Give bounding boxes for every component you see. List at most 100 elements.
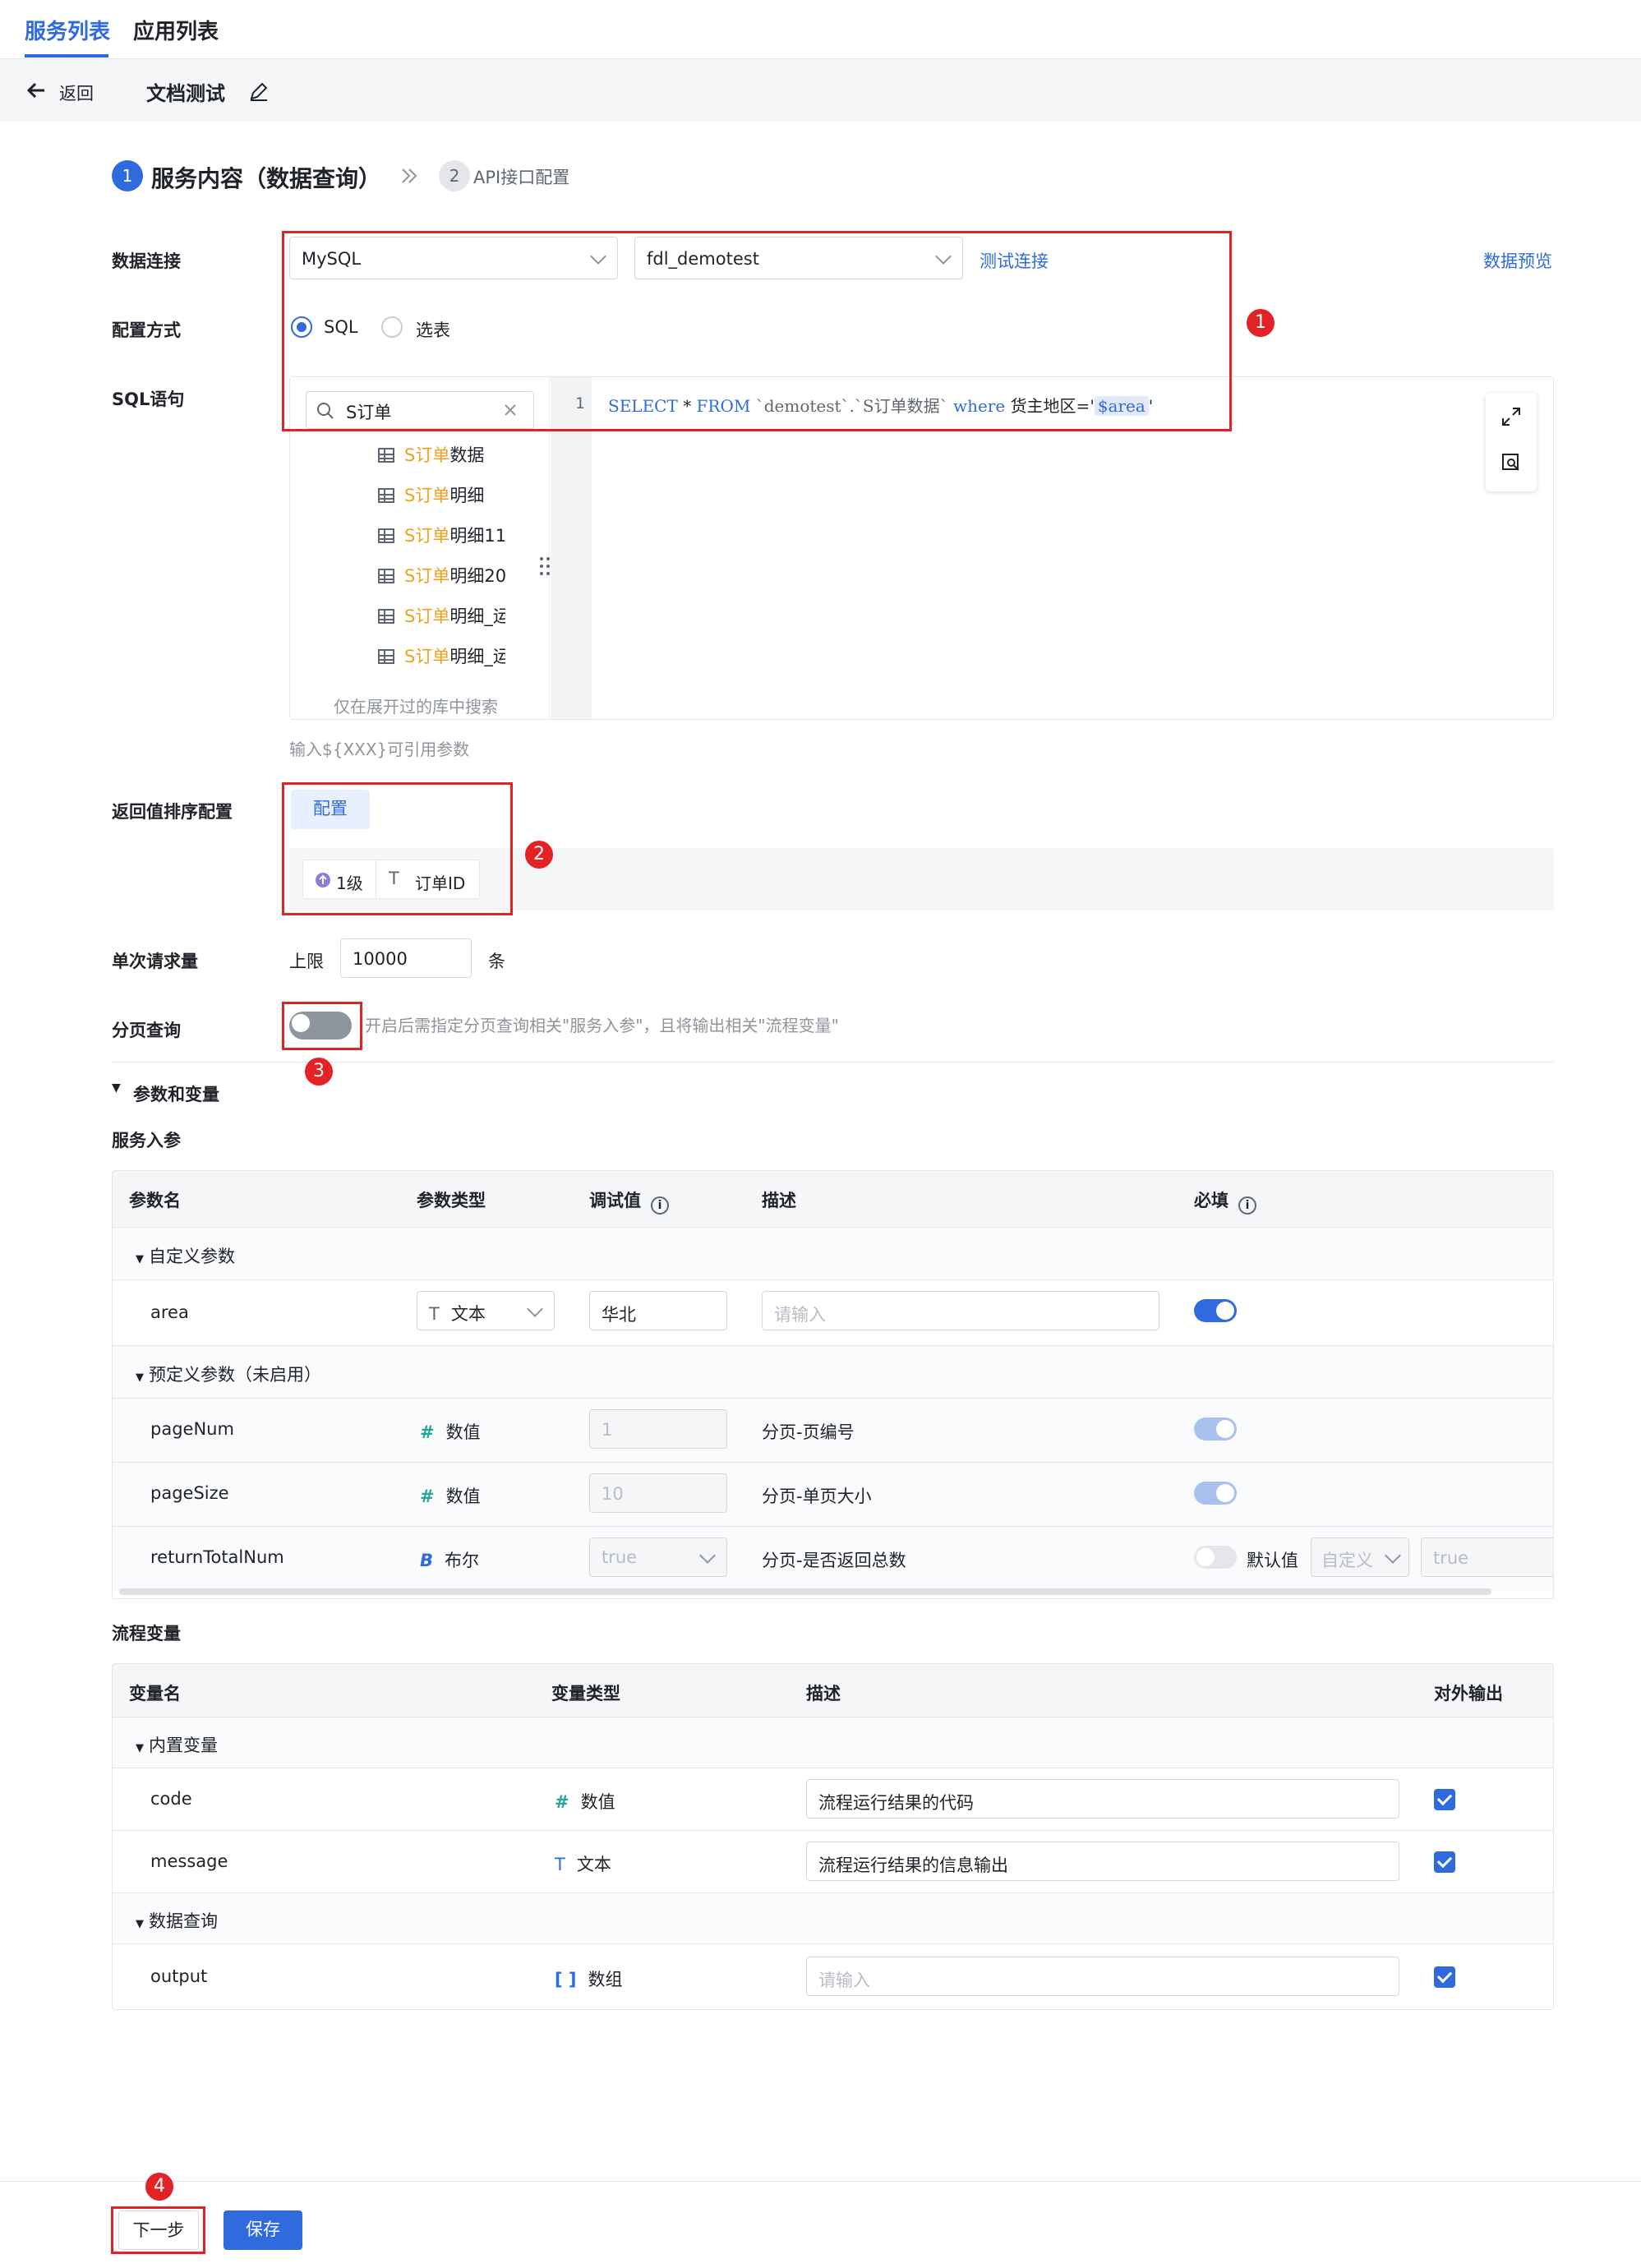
chevron-down-icon bbox=[1385, 1547, 1401, 1564]
table-item[interactable]: S订单数据 bbox=[378, 442, 484, 467]
col-param-name: 参数名 bbox=[129, 1191, 181, 1210]
param-name: returnTotalNum bbox=[150, 1547, 284, 1567]
save-button[interactable]: 保存 bbox=[224, 2210, 302, 2250]
active-tab-indicator bbox=[25, 54, 108, 58]
required-toggle bbox=[1194, 1546, 1237, 1569]
step1-number: 1 bbox=[112, 160, 143, 191]
group-row[interactable] bbox=[113, 1227, 1553, 1279]
default-mode-select: 自定义 bbox=[1311, 1537, 1409, 1577]
param-type: B 布尔 bbox=[420, 1551, 480, 1570]
debug-value-select: true bbox=[589, 1537, 727, 1577]
param-description: 分页-单页大小 bbox=[762, 1487, 872, 1506]
service-params-label: 服务入参 bbox=[112, 1131, 181, 1150]
expand-icon[interactable] bbox=[1500, 406, 1522, 427]
config-mode-label: 配置方式 bbox=[112, 320, 181, 340]
description-input[interactable]: 请输入 bbox=[762, 1291, 1159, 1330]
number-icon: # bbox=[555, 1792, 569, 1812]
output-checkbox[interactable] bbox=[1434, 1789, 1455, 1810]
info-icon[interactable]: i bbox=[651, 1196, 669, 1215]
var-name: output bbox=[150, 1966, 208, 1986]
footer-divider bbox=[0, 2181, 1641, 2182]
back-button[interactable]: 返回 bbox=[26, 77, 100, 104]
output-checkbox[interactable] bbox=[1434, 1851, 1455, 1873]
output-checkbox[interactable] bbox=[1434, 1966, 1455, 1988]
group-row[interactable] bbox=[113, 1717, 1553, 1768]
paging-description: 开启后需指定分页查询相关"服务入参"，且将输出相关"流程变量" bbox=[365, 1016, 839, 1035]
drag-handle-icon[interactable] bbox=[539, 555, 551, 577]
default-value-label: 默认值 bbox=[1247, 1551, 1298, 1570]
horizontal-scrollbar[interactable] bbox=[119, 1588, 1491, 1595]
array-icon: [ ] bbox=[555, 1970, 577, 1989]
annotation-box-3 bbox=[282, 1002, 362, 1050]
back-label: 返回 bbox=[59, 84, 94, 104]
table-icon bbox=[378, 448, 394, 463]
tab-app-list[interactable]: 应用列表 bbox=[133, 15, 219, 45]
data-preview-link[interactable]: 数据预览 bbox=[1483, 248, 1552, 273]
required-toggle bbox=[1194, 1482, 1237, 1505]
boolean-icon: B bbox=[420, 1551, 434, 1570]
debug-value-input[interactable]: 华北 bbox=[589, 1291, 727, 1330]
col-output: 对外输出 bbox=[1434, 1684, 1503, 1703]
param-description: 分页-页编号 bbox=[762, 1422, 855, 1442]
required-toggle[interactable] bbox=[1194, 1299, 1237, 1322]
param-type: # 数值 bbox=[420, 1422, 481, 1442]
table-icon bbox=[378, 528, 394, 543]
text-type-icon: T bbox=[555, 1855, 565, 1874]
paging-label: 分页查询 bbox=[112, 1021, 181, 1040]
annotation-box-4 bbox=[111, 2206, 205, 2254]
table-item[interactable]: S订单明细 bbox=[378, 482, 484, 507]
group-data-query[interactable]: ▼ 数据查询 bbox=[136, 1908, 218, 1933]
table-header bbox=[113, 1171, 1553, 1227]
param-type: # 数值 bbox=[420, 1487, 481, 1506]
param-hint: 输入${XXX}可引用参数 bbox=[289, 740, 470, 759]
top-navigation: 服务列表 应用列表 bbox=[0, 0, 1641, 59]
table-item[interactable]: S订单明细_运 bbox=[378, 643, 505, 668]
group-custom-params[interactable]: ▼ 自定义参数 bbox=[136, 1243, 235, 1268]
annotation-badge-3: 3 bbox=[305, 1058, 333, 1086]
limit-label: 上限 bbox=[289, 952, 324, 971]
number-icon: # bbox=[420, 1487, 435, 1506]
format-icon[interactable] bbox=[1500, 452, 1522, 473]
col-var-type: 变量类型 bbox=[551, 1684, 620, 1703]
edit-icon[interactable] bbox=[248, 81, 270, 102]
var-description-input[interactable]: 请输入 bbox=[806, 1957, 1399, 1996]
group-predefined-params[interactable]: ▼ 预定义参数（未启用） bbox=[136, 1362, 321, 1386]
annotation-box-1 bbox=[282, 231, 1232, 431]
var-description-input[interactable]: 流程运行结果的信息输出 bbox=[806, 1842, 1399, 1881]
var-type: [ ] 数组 bbox=[555, 1970, 623, 1989]
info-icon[interactable]: i bbox=[1238, 1196, 1256, 1215]
col-param-type: 参数类型 bbox=[417, 1191, 486, 1210]
group-row[interactable] bbox=[113, 1892, 1553, 1943]
request-limit-input[interactable]: 10000 bbox=[340, 938, 472, 978]
unit-label: 条 bbox=[488, 952, 505, 971]
var-name: message bbox=[150, 1851, 228, 1871]
var-name: code bbox=[150, 1789, 192, 1809]
param-name: pageNum bbox=[150, 1419, 234, 1439]
var-description-input[interactable]: 流程运行结果的代码 bbox=[806, 1779, 1399, 1819]
annotation-badge-4: 4 bbox=[145, 2173, 173, 2201]
tab-service-list[interactable]: 服务列表 bbox=[25, 15, 110, 45]
page-header: 返回 文档测试 bbox=[0, 59, 1641, 122]
col-debug-value: 调试值 i bbox=[589, 1187, 669, 1215]
group-builtin-vars[interactable]: ▼ 内置变量 bbox=[136, 1732, 218, 1757]
group-row[interactable] bbox=[113, 1345, 1553, 1398]
request-amount-label: 单次请求量 bbox=[112, 952, 198, 971]
debug-value-input: 10 bbox=[589, 1473, 727, 1513]
request-limit-value: 10000 bbox=[353, 949, 408, 969]
data-connection-label: 数据连接 bbox=[112, 251, 181, 271]
default-value-input: true bbox=[1421, 1537, 1553, 1577]
table-item[interactable]: S订单明细11 bbox=[378, 523, 506, 547]
required-toggle bbox=[1194, 1418, 1237, 1441]
collapse-icon[interactable]: ▼ bbox=[112, 1081, 121, 1095]
table-item[interactable]: S订单明细20 bbox=[378, 563, 505, 588]
col-var-name: 变量名 bbox=[129, 1684, 181, 1703]
col-description: 描述 bbox=[762, 1191, 796, 1210]
table-item[interactable]: S订单明细_运 bbox=[378, 603, 505, 628]
annotation-box-2 bbox=[282, 782, 513, 915]
number-icon: # bbox=[420, 1422, 435, 1442]
search-scope-hint: 仅在展开过的库中搜索 bbox=[334, 697, 498, 717]
table-icon bbox=[378, 569, 394, 583]
step2-label[interactable]: API接口配置 bbox=[473, 164, 569, 189]
step1-label: 服务内容（数据查询） bbox=[151, 165, 382, 192]
param-type-select[interactable]: T 文本 bbox=[417, 1291, 555, 1330]
